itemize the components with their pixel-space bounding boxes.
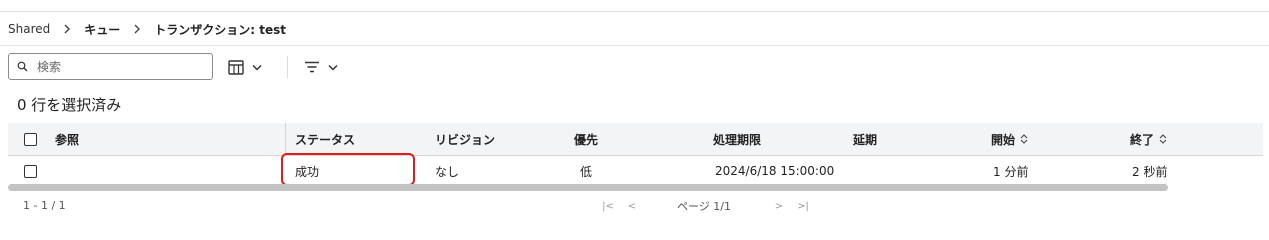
chevron-right-icon (50, 22, 84, 37)
status-highlight-box (281, 153, 415, 186)
search-input[interactable] (37, 59, 197, 74)
breadcrumb-current: トランザクション: test (154, 22, 286, 37)
column-header-priority[interactable]: 優先 (574, 123, 598, 155)
prev-page-icon[interactable]: < (624, 198, 640, 214)
top-divider (0, 11, 1269, 12)
chevron-down-icon (252, 64, 262, 71)
sort-icon (1159, 134, 1167, 144)
table-header: 参照 ステータス リビジョン 優先 処理期限 延期 開始 終了 (8, 123, 1263, 156)
cell-deadline: 2024/6/18 15:00:00 (715, 164, 835, 178)
column-header-revision[interactable]: リビジョン (435, 123, 495, 155)
select-all-checkbox[interactable] (24, 132, 37, 146)
column-header-status[interactable]: ステータス (295, 123, 355, 155)
column-header-started-label: 開始 (991, 132, 1016, 147)
sort-icon (1020, 134, 1028, 144)
table-row[interactable]: 成功 なし 低 2024/6/18 15:00:00 1 分前 2 秒前 (8, 156, 1263, 186)
column-header-ended-label: 終了 (1130, 132, 1155, 147)
cell-revision: なし (435, 164, 460, 179)
row-checkbox[interactable] (24, 164, 37, 178)
next-page-icon[interactable]: > (771, 198, 787, 214)
first-page-icon[interactable]: |< (600, 198, 616, 214)
chevron-right-icon (120, 22, 154, 37)
cell-started: 1 分前 (993, 164, 1029, 179)
toolbar-divider (287, 56, 288, 78)
breadcrumb-queue[interactable]: キュー (84, 21, 120, 38)
filter-lines-icon (305, 61, 319, 73)
column-settings-button[interactable] (228, 56, 262, 78)
search-box[interactable] (8, 53, 213, 80)
header-divider (0, 45, 1269, 46)
column-header-started[interactable]: 開始 (991, 123, 1028, 155)
page-indicator: ページ 1/1 (677, 200, 731, 213)
cell-priority: 低 (580, 164, 593, 179)
filter-button[interactable] (304, 56, 338, 78)
table-footer: 1 - 1 / 1 |< < ページ 1/1 > >| (0, 196, 1269, 216)
column-header-postpone[interactable]: 延期 (853, 123, 877, 155)
column-divider (285, 123, 286, 155)
breadcrumb: Shared キュー トランザクション: test (8, 21, 286, 37)
cell-ended: 2 秒前 (1132, 164, 1168, 179)
horizontal-scrollbar[interactable] (8, 184, 1168, 191)
column-header-ended[interactable]: 終了 (1130, 123, 1167, 155)
transactions-table: 参照 ステータス リビジョン 優先 処理期限 延期 開始 終了 成功 なし 低 … (8, 123, 1263, 186)
table-columns-icon (228, 59, 244, 75)
breadcrumb-shared[interactable]: Shared (8, 22, 50, 36)
toolbar (8, 53, 608, 80)
column-header-reference[interactable]: 参照 (55, 123, 79, 155)
column-header-deadline[interactable]: 処理期限 (713, 123, 761, 155)
pagination: |< < ページ 1/1 > >| (600, 198, 811, 214)
row-range: 1 - 1 / 1 (23, 199, 66, 212)
selection-count: 0 行を選択済み (17, 96, 122, 114)
search-icon (17, 61, 28, 72)
last-page-icon[interactable]: >| (795, 198, 811, 214)
chevron-down-icon (328, 64, 338, 71)
